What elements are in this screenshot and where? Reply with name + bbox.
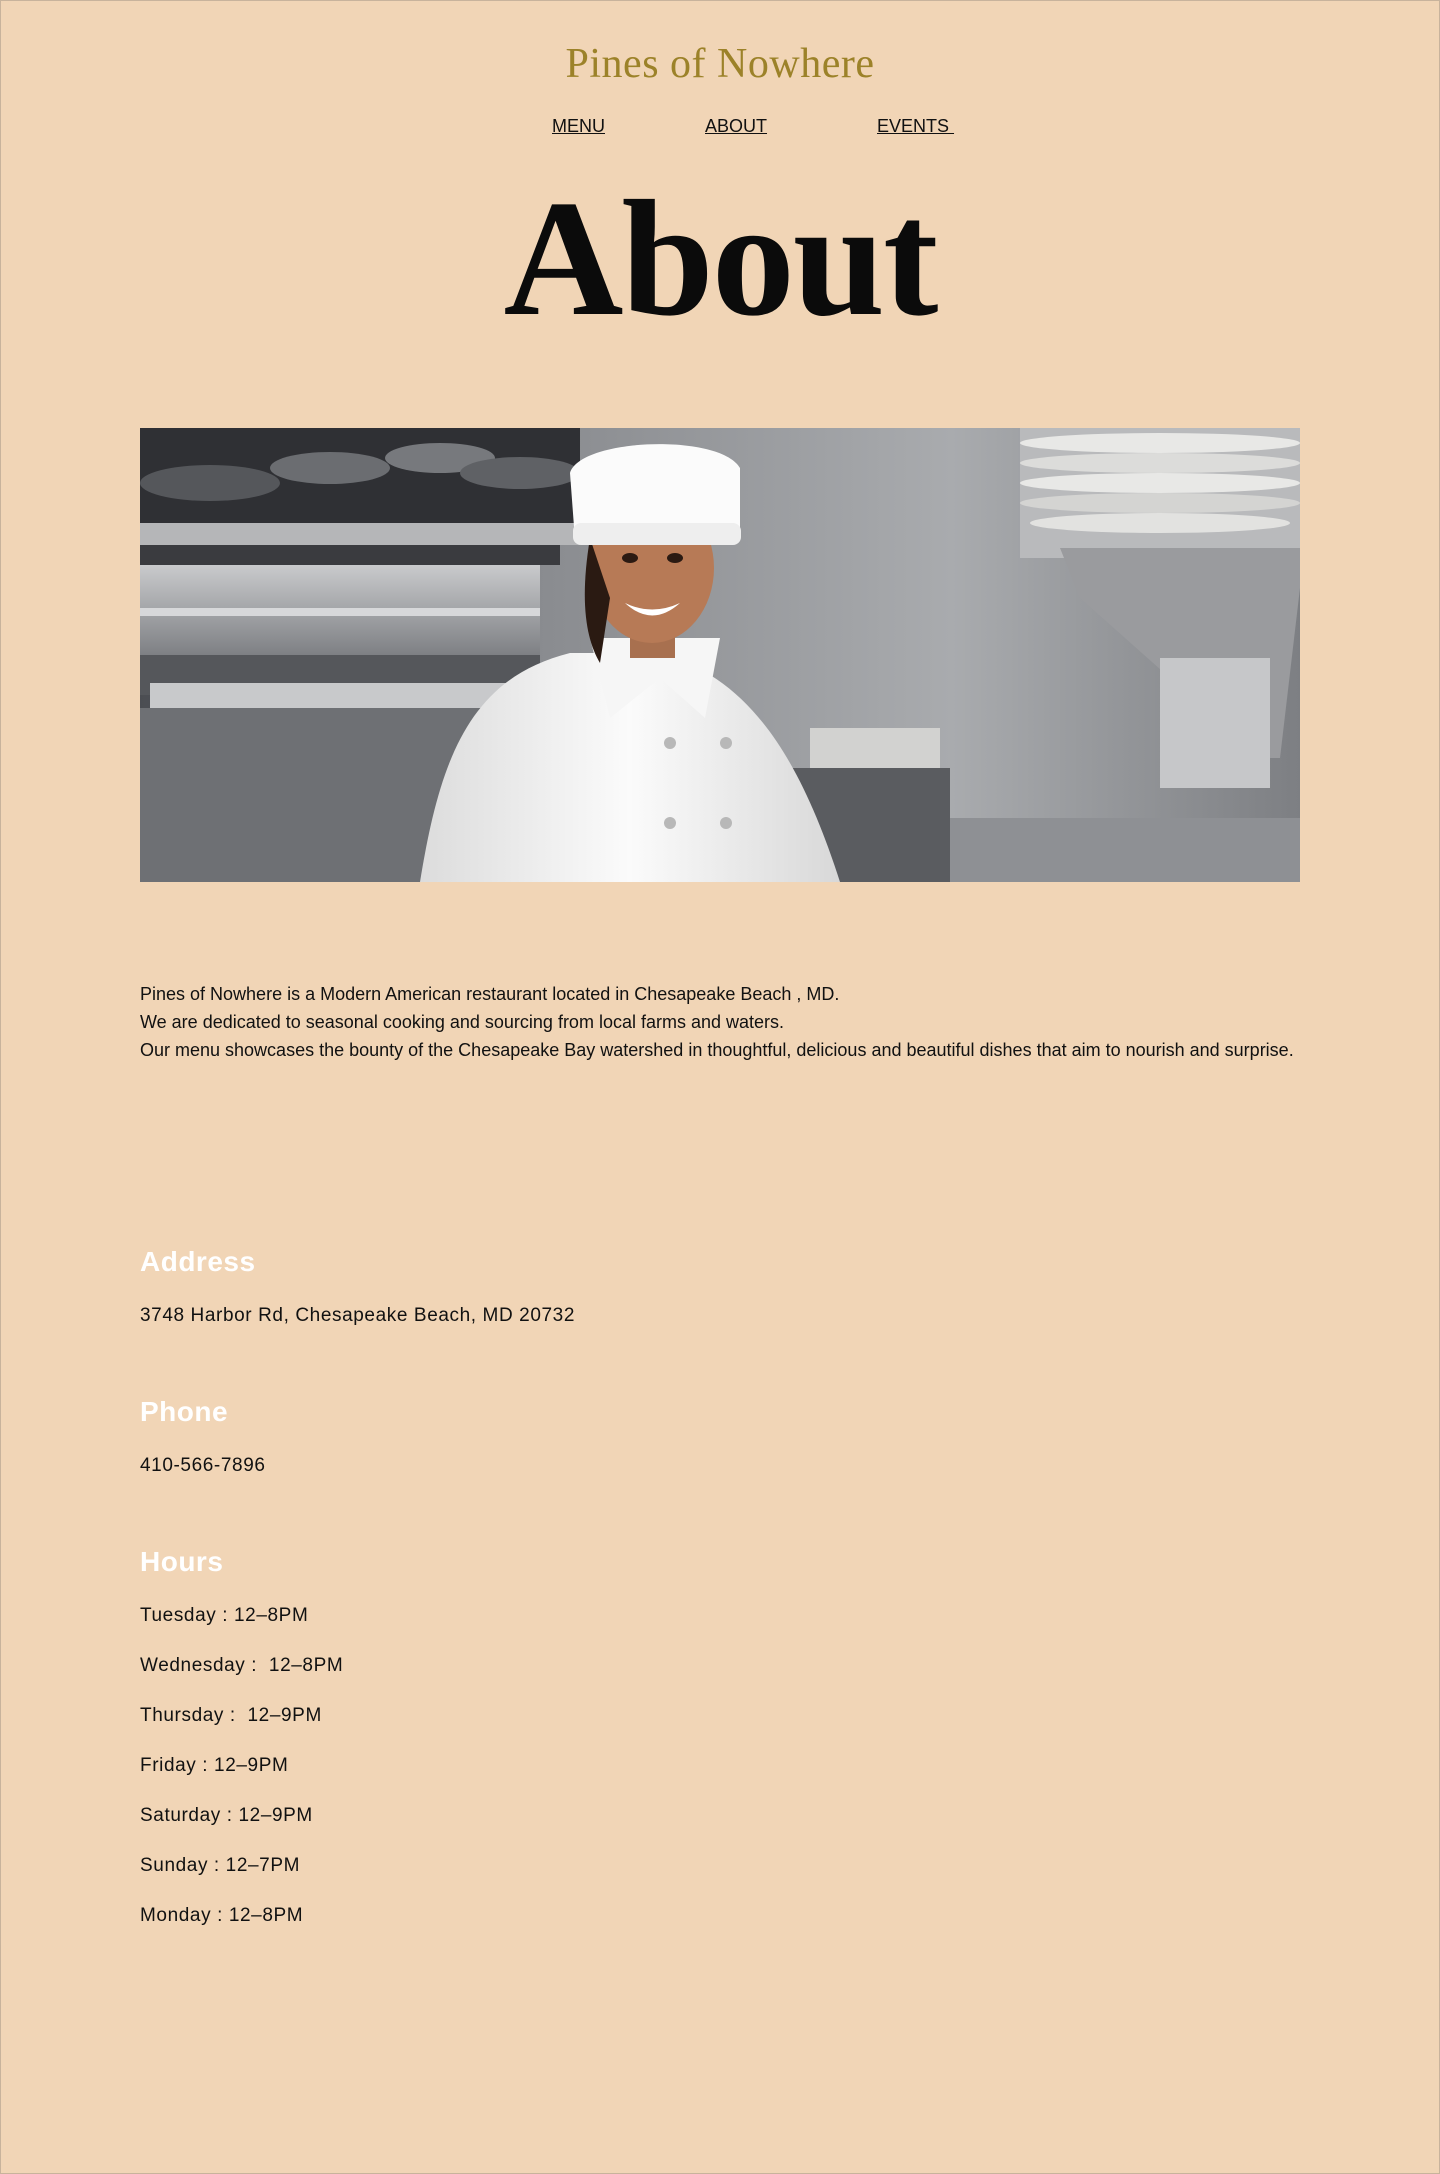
phone-heading: Phone bbox=[140, 1396, 229, 1427]
hours-item-thursday: Thursday : 12–9PM bbox=[140, 1705, 322, 1726]
address-value: 3748 Harbor Rd, Chesapeake Beach, MD 207… bbox=[140, 1305, 576, 1326]
hours-heading: Hours bbox=[140, 1546, 224, 1577]
nav-link-about[interactable]: ABOUT bbox=[705, 116, 767, 137]
nav-link-events[interactable]: EVENTS bbox=[877, 116, 954, 137]
hours-item-friday: Friday : 12–9PM bbox=[140, 1755, 289, 1776]
hours-item-monday: Monday : 12–8PM bbox=[140, 1905, 304, 1926]
address-heading: Address bbox=[140, 1246, 256, 1277]
nav-link-menu[interactable]: MENU bbox=[552, 116, 605, 137]
intro-line: We are dedicated to seasonal cooking and… bbox=[140, 1012, 785, 1032]
phone-value[interactable]: 410-566-7896 bbox=[140, 1455, 266, 1477]
hours-item-tuesday: Tuesday : 12–8PM bbox=[140, 1605, 309, 1626]
hero-image bbox=[140, 428, 1300, 882]
main-nav: MENU ABOUT EVENTS bbox=[0, 116, 1440, 140]
intro-line: Our menu showcases the bounty of the Che… bbox=[140, 1040, 1294, 1060]
hours-item-saturday: Saturday : 12–9PM bbox=[140, 1805, 313, 1826]
page-title: About bbox=[503, 166, 939, 350]
hours-item-wednesday: Wednesday : 12–8PM bbox=[140, 1655, 344, 1676]
intro-line: Pines of Nowhere is a Modern American re… bbox=[140, 984, 840, 1004]
hours-item-sunday: Sunday : 12–7PM bbox=[140, 1855, 301, 1876]
site-title[interactable]: Pines of Nowhere bbox=[0, 40, 1440, 88]
hero-chef-illustration bbox=[140, 428, 1300, 882]
intro-text: Pines of Nowhere is a Modern American re… bbox=[140, 980, 1300, 1064]
